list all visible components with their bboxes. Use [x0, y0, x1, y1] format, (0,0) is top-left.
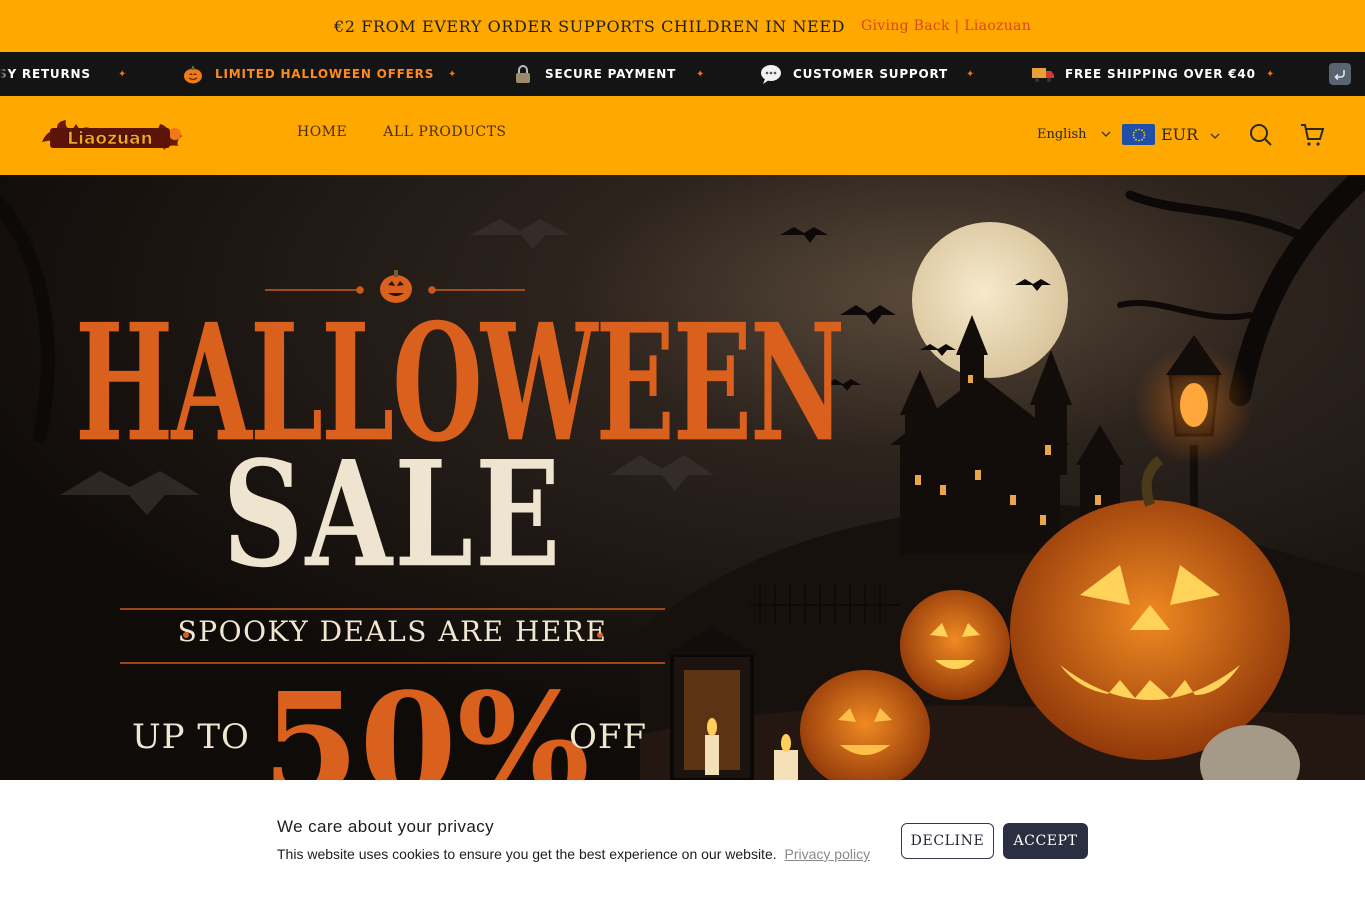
cookie-message: This website uses cookies to ensure you …: [277, 846, 777, 862]
star-separator-icon: ✦: [966, 68, 975, 80]
star-separator-icon: ✦: [696, 68, 705, 80]
currency-label: EUR: [1161, 125, 1199, 144]
privacy-policy-link[interactable]: Privacy policy: [785, 846, 871, 862]
hero-banner[interactable]: HALLOWEEN SALE SPOOKY DEALS ARE HERE UP …: [0, 175, 1365, 780]
marquee-fade: [0, 52, 10, 96]
main-nav: HOME ALL PRODUCTS: [297, 124, 507, 140]
star-separator-icon: ✦: [118, 68, 127, 80]
accept-button[interactable]: ACCEPT: [1003, 823, 1088, 859]
cart-icon[interactable]: [1299, 122, 1325, 148]
return-arrow-icon[interactable]: [1329, 63, 1351, 85]
marquee-item-halloween-offers: LIMITED HALLOWEEN OFFERS: [181, 52, 434, 96]
language-label: English: [1037, 127, 1087, 142]
nav-home[interactable]: HOME: [297, 124, 347, 140]
site-logo[interactable]: Liaozuan: [40, 116, 184, 152]
benefits-marquee: SY RETURNS ✦ LIMITED HALLOWEEN OFFERS ✦ …: [0, 52, 1365, 96]
lock-icon: [511, 62, 535, 86]
hero-tagline: SPOOKY DEALS ARE HERE: [177, 615, 608, 648]
svg-text:Liaozuan: Liaozuan: [67, 129, 152, 149]
giving-back-link[interactable]: Giving Back | Liaozuan: [861, 18, 1031, 34]
eu-flag-icon: [1122, 124, 1155, 145]
hero-text: HALLOWEEN SALE SPOOKY DEALS ARE HERE UP …: [0, 175, 845, 780]
chevron-down-icon: [1101, 127, 1111, 142]
cookie-text: This website uses cookies to ensure you …: [277, 846, 870, 862]
site-header: Liaozuan HOME ALL PRODUCTS English EUR: [0, 96, 1365, 175]
star-separator-icon: ✦: [1266, 68, 1275, 80]
announcement-message: €2 FROM EVERY ORDER SUPPORTS CHILDREN IN…: [333, 16, 846, 36]
star-separator-icon: ✦: [448, 68, 457, 80]
marquee-item-customer-support: CUSTOMER SUPPORT: [759, 52, 948, 96]
search-icon[interactable]: [1248, 122, 1274, 148]
speech-bubble-icon: [759, 62, 783, 86]
nav-all-products[interactable]: ALL PRODUCTS: [383, 124, 506, 140]
hero-subtitle: SALE: [222, 430, 563, 601]
marquee-item-returns: SY RETURNS: [0, 67, 91, 81]
chevron-down-icon: [1210, 125, 1220, 144]
hero-discount: 50%: [262, 663, 590, 780]
moon-illustration: [912, 222, 1068, 378]
cookie-title: We care about your privacy: [277, 817, 495, 836]
announcement-bar: €2 FROM EVERY ORDER SUPPORTS CHILDREN IN…: [0, 0, 1365, 52]
marquee-item-free-shipping: FREE SHIPPING OVER €40: [1031, 52, 1256, 96]
decline-button[interactable]: DECLINE: [901, 823, 994, 859]
marquee-item-secure-payment: SECURE PAYMENT: [511, 52, 676, 96]
delivery-truck-icon: [1031, 62, 1055, 86]
hero-prefix: UP TO: [132, 717, 250, 757]
cookie-banner: We care about your privacy This website …: [0, 780, 1365, 900]
pumpkin-icon: [181, 62, 205, 86]
currency-selector[interactable]: EUR: [1122, 124, 1220, 145]
language-selector[interactable]: English: [1037, 127, 1111, 142]
hero-suffix: OFF: [569, 717, 648, 757]
